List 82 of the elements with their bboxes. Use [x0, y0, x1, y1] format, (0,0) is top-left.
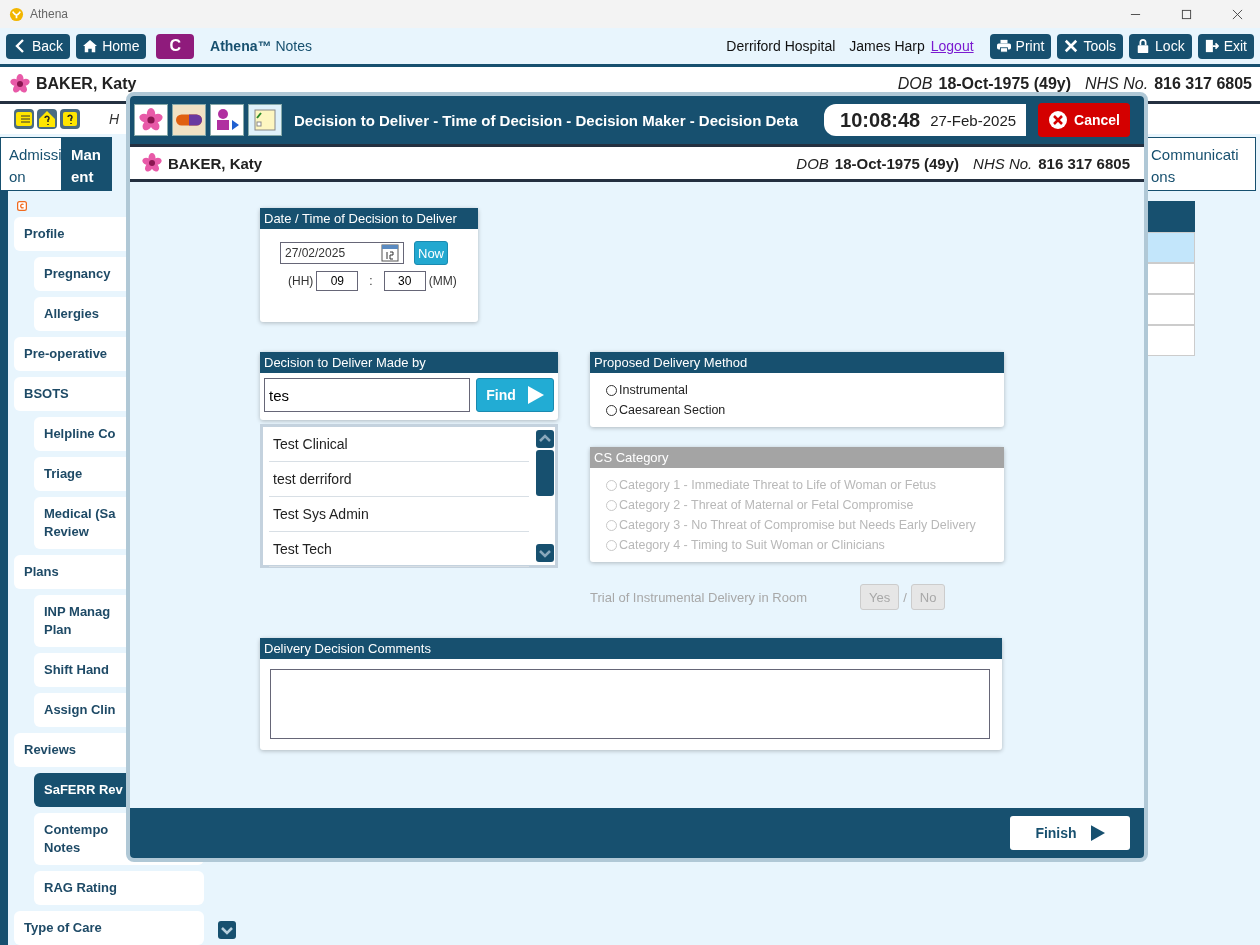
hour-field[interactable]: 09: [316, 271, 359, 291]
capsule-icon: [176, 114, 202, 126]
lock-button[interactable]: Lock: [1129, 33, 1192, 59]
sidebar-item[interactable]: RAG Rating: [34, 871, 204, 905]
dialog-title: Decision to Deliver - Time of Decision - Decision Maker - Decision Deta: [294, 111, 800, 129]
date-field[interactable]: 27/02/2025: [280, 242, 404, 264]
scroll-down-icon[interactable]: [218, 921, 236, 939]
flower-icon: [139, 108, 163, 132]
panel-title: Proposed Delivery Method: [590, 352, 1004, 373]
chevron-left-icon: [13, 39, 27, 53]
tab[interactable]: Admissi on: [0, 137, 62, 191]
minute-field[interactable]: 30: [383, 271, 426, 291]
radio-option[interactable]: Caesarean Section: [606, 403, 1004, 417]
calendar-icon[interactable]: [381, 244, 399, 262]
back-button[interactable]: Back: [6, 33, 71, 59]
exit-door-icon: [1204, 39, 1219, 53]
panel-title: Date / Time of Decision to Deliver: [260, 208, 478, 229]
panel-title: Decision to Deliver Made by: [260, 352, 558, 373]
help-home-icon[interactable]: [37, 109, 57, 129]
flower-icon: [142, 153, 162, 173]
clock-date: 27-Feb-2025: [930, 111, 1017, 129]
scroll-thumb[interactable]: [536, 450, 554, 496]
capsule-button[interactable]: [172, 104, 206, 136]
clock-time: 10:08:48: [840, 108, 921, 132]
app-logo-icon: [9, 6, 24, 22]
tab[interactable]: Man ent: [62, 137, 112, 191]
tools-icon: [1064, 39, 1079, 53]
finish-button[interactable]: Finish: [1010, 816, 1130, 850]
notepad-icon: [253, 108, 277, 132]
search-field[interactable]: tes: [264, 378, 470, 412]
user-name: James Harp: [849, 38, 925, 54]
home-button[interactable]: Home: [76, 33, 147, 59]
flower-icon: [10, 74, 30, 94]
panel-title: Delivery Decision Comments: [260, 638, 1002, 659]
nhs-label: NHS No.: [1085, 75, 1149, 93]
tools-button[interactable]: Tools: [1057, 33, 1124, 59]
slash-separator: /: [903, 589, 907, 605]
panel-title: CS Category: [590, 447, 1004, 468]
cancel-button[interactable]: Cancel: [1038, 103, 1130, 137]
trial-label: Trial of Instrumental Delivery in Room: [590, 589, 808, 605]
comments-field[interactable]: [270, 669, 990, 739]
scroll-up-icon[interactable]: [536, 430, 554, 448]
radio-option[interactable]: Instrumental: [606, 383, 1004, 397]
exit-button[interactable]: Exit: [1197, 33, 1254, 59]
scroll-down-icon[interactable]: [536, 544, 554, 562]
nhs-label: NHS No.: [973, 154, 1033, 172]
padlock-icon: [1136, 39, 1151, 53]
dob-value: 18-Oct-1975 (49y): [938, 75, 1071, 93]
print-button[interactable]: Print: [989, 33, 1052, 59]
logout-link[interactable]: Logout: [930, 38, 974, 54]
result-item[interactable]: test derriford: [269, 462, 529, 497]
close-icon: [1048, 110, 1069, 130]
c-button[interactable]: C: [156, 33, 195, 59]
help-icon[interactable]: [60, 109, 80, 129]
play-arrow-icon: [1090, 825, 1105, 841]
close-icon[interactable]: [1232, 8, 1243, 20]
dob-value: 18-Oct-1975 (49y): [834, 154, 960, 172]
window-title: Athena: [30, 7, 69, 21]
app-name: Athena™ Notes: [210, 38, 312, 54]
c-icon[interactable]: [14, 201, 30, 211]
result-item[interactable]: Test Clinical: [269, 427, 529, 462]
nhs-value: 816 317 6805: [1154, 75, 1252, 93]
hospital-name: Derriford Hospital: [726, 38, 836, 54]
person-arrow-button[interactable]: [210, 104, 244, 136]
play-arrow-icon: [527, 386, 544, 404]
dob-label: DOB: [897, 75, 933, 93]
nhs-value: 816 317 6805: [1038, 154, 1130, 172]
result-item[interactable]: Test Tech: [269, 532, 529, 567]
mm-label: (MM): [428, 274, 457, 288]
home-icon: [83, 39, 98, 53]
printer-icon: [996, 39, 1011, 53]
patient-name: BAKER, Katy: [36, 75, 137, 93]
dob-label: DOB: [796, 154, 829, 172]
help-list-icon[interactable]: [14, 109, 34, 129]
hh-label: (HH): [288, 274, 314, 288]
sidebar-item[interactable]: Type of Care: [14, 911, 204, 945]
patient-name: BAKER, Katy: [168, 154, 263, 172]
time-separator: :: [369, 274, 373, 288]
maximize-icon[interactable]: [1181, 8, 1192, 20]
flower-button[interactable]: [134, 104, 168, 136]
result-item[interactable]: Test Sys Admin: [269, 497, 529, 532]
heading-text: H: [109, 111, 120, 127]
